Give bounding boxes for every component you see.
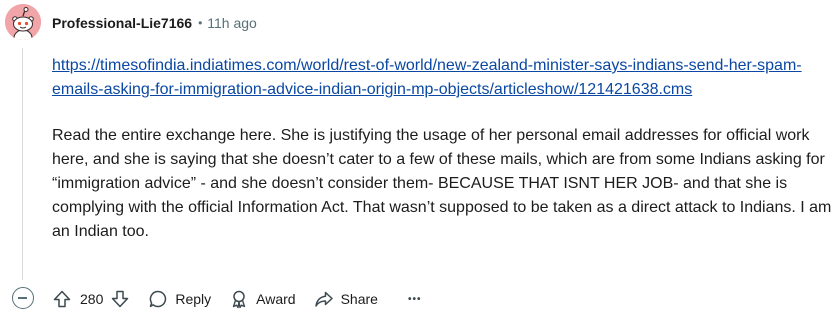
comment: Professional-Lie7166 • 11h ago https://t… [0, 0, 836, 317]
vote-score: 280 [80, 291, 104, 307]
share-button[interactable]: Share [314, 289, 378, 309]
downvote-button[interactable] [110, 289, 130, 309]
reply-label: Reply [175, 291, 212, 307]
arrow-up-icon [53, 290, 71, 308]
share-arrow-icon [314, 291, 333, 307]
share-label: Share [340, 291, 378, 307]
timestamp[interactable]: 11h ago [207, 15, 257, 31]
upvote-button[interactable] [52, 289, 72, 309]
avatar-icon[interactable] [5, 4, 41, 40]
more-options-button[interactable]: ••• [408, 294, 422, 305]
award-button[interactable]: Award [229, 289, 296, 309]
award-ribbon-icon [232, 290, 246, 309]
username[interactable]: Professional-Lie7166 [52, 15, 192, 31]
speech-bubble-icon [150, 290, 167, 308]
comment-header: Professional-Lie7166 • 11h ago [52, 12, 257, 34]
article-link[interactable]: https://timesofindia.indiatimes.com/worl… [52, 54, 802, 102]
reply-button[interactable]: Reply [148, 289, 211, 309]
award-label: Award [256, 291, 296, 307]
comment-body: https://timesofindia.indiatimes.com/worl… [52, 54, 832, 244]
more-options-label: ••• [407, 293, 422, 305]
thread-line[interactable] [22, 48, 23, 280]
comment-text: Read the entire exchange here. She is ju… [52, 127, 832, 240]
collapse-thread-button[interactable] [12, 287, 34, 309]
vote-controls: 280 [52, 289, 130, 309]
arrow-down-icon [112, 290, 129, 308]
meta-separator: • [198, 16, 203, 30]
action-bar: 280 Reply Award Share ••• [52, 285, 421, 313]
